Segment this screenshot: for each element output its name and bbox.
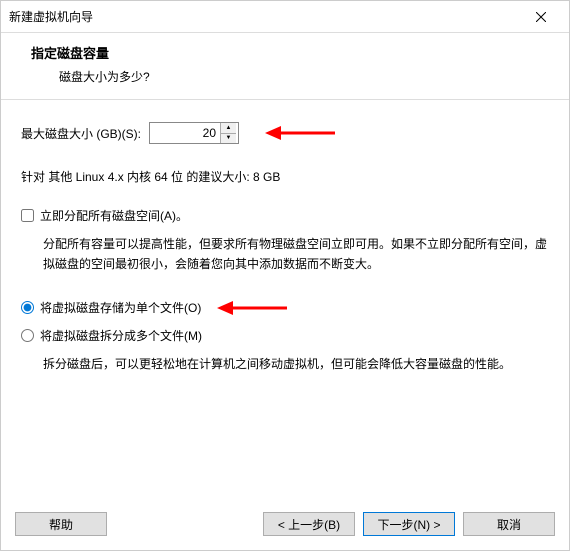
- store-single-row: 将虚拟磁盘存储为单个文件(O): [21, 299, 549, 317]
- close-button[interactable]: [521, 3, 561, 31]
- spin-up-button[interactable]: ▲: [221, 123, 236, 134]
- annotation-arrow-icon: [217, 299, 287, 317]
- titlebar: 新建虚拟机向导: [1, 1, 569, 33]
- store-single-label: 将虚拟磁盘存储为单个文件(O): [40, 299, 201, 316]
- wizard-header: 指定磁盘容量 磁盘大小为多少?: [1, 33, 569, 100]
- help-button[interactable]: 帮助: [15, 512, 107, 536]
- disk-size-row: 最大磁盘大小 (GB)(S): ▲ ▼: [21, 122, 549, 144]
- recommended-size: 针对 其他 Linux 4.x 内核 64 位 的建议大小: 8 GB: [21, 168, 549, 185]
- page-title: 指定磁盘容量: [31, 43, 539, 62]
- store-split-radio[interactable]: [21, 329, 34, 342]
- store-single-radio[interactable]: [21, 301, 34, 314]
- page-subtitle: 磁盘大小为多少?: [31, 68, 539, 85]
- allocate-now-checkbox[interactable]: [21, 209, 34, 222]
- store-split-label: 将虚拟磁盘拆分成多个文件(M): [40, 327, 202, 344]
- wizard-footer: 帮助 < 上一步(B) 下一步(N) > 取消: [1, 502, 569, 550]
- back-button[interactable]: < 上一步(B): [263, 512, 355, 536]
- disk-size-spinbox[interactable]: ▲ ▼: [149, 122, 239, 144]
- spin-buttons: ▲ ▼: [220, 123, 236, 143]
- close-icon: [536, 12, 546, 22]
- spin-down-button[interactable]: ▼: [221, 134, 236, 144]
- allocate-now-row: 立即分配所有磁盘空间(A)。: [21, 207, 549, 224]
- allocate-now-desc: 分配所有容量可以提高性能，但要求所有物理磁盘空间立即可用。如果不立即分配所有空间…: [21, 234, 549, 275]
- disk-size-label: 最大磁盘大小 (GB)(S):: [21, 125, 141, 142]
- disk-size-input[interactable]: [150, 123, 220, 143]
- store-split-desc: 拆分磁盘后，可以更轻松地在计算机之间移动虚拟机，但可能会降低大容量磁盘的性能。: [21, 354, 549, 374]
- store-split-row: 将虚拟磁盘拆分成多个文件(M): [21, 327, 549, 344]
- allocate-now-label: 立即分配所有磁盘空间(A)。: [40, 207, 188, 224]
- wizard-content: 最大磁盘大小 (GB)(S): ▲ ▼ 针对 其他 Linux 4.x 内核 6…: [1, 100, 569, 408]
- next-button[interactable]: 下一步(N) >: [363, 512, 455, 536]
- annotation-arrow-icon: [265, 124, 335, 142]
- window-title: 新建虚拟机向导: [9, 8, 521, 25]
- cancel-button[interactable]: 取消: [463, 512, 555, 536]
